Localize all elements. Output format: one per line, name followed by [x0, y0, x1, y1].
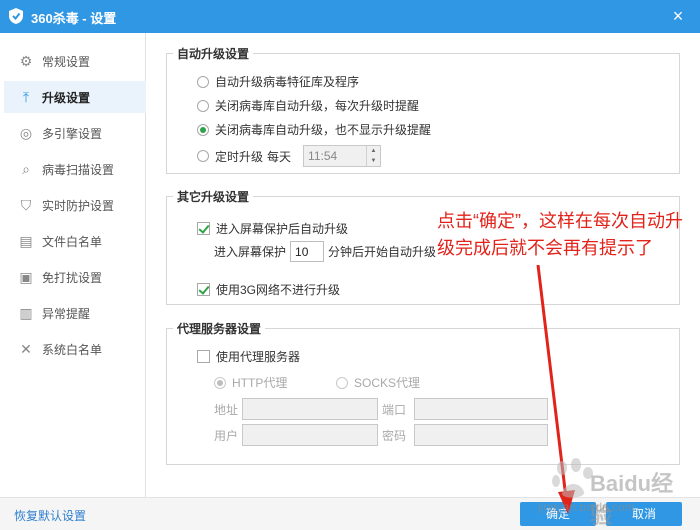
option-label: 进入屏幕保护后自动升级: [216, 222, 349, 236]
sidebar-item[interactable]: ⌕ 病毒扫描设置: [4, 153, 146, 185]
radio-button[interactable]: [336, 376, 348, 389]
checkbox[interactable]: [197, 283, 210, 296]
schedule-frequency: 每天: [267, 149, 292, 164]
sidebar-item-label: 文件白名单: [42, 234, 103, 249]
search-icon: ⌕: [22, 161, 30, 177]
sidebar-item-label: 免打扰设置: [42, 270, 103, 285]
sidebar-item-label: 病毒扫描设置: [42, 162, 115, 177]
spin-down-icon[interactable]: ▼: [367, 156, 380, 166]
delay-minutes-value: 10: [295, 245, 309, 259]
sidebar-item-label: 实时防护设置: [42, 198, 115, 213]
spin-up-icon[interactable]: ▲: [367, 146, 380, 156]
option-label: 使用代理服务器: [216, 350, 301, 364]
address-input[interactable]: [242, 398, 378, 420]
option-label: HTTP代理: [232, 376, 288, 390]
radio-button[interactable]: [214, 376, 226, 389]
auto-upgrade-group: 自动升级设置 自动升级病毒特征库及程序 关闭病毒库自动升级，每次升级时提醒 关闭…: [166, 45, 680, 174]
shield-icon: ⛉: [20, 197, 32, 213]
port-input[interactable]: [414, 398, 548, 420]
checkbox[interactable]: [197, 222, 210, 235]
window-title: 360杀毒 - 设置: [31, 11, 117, 26]
sidebar-item[interactable]: ⛉ 实时防护设置: [4, 189, 146, 221]
tutorial-annotation: 点击“确定”，这样在每次自动升级完成后就不会再有提示了: [437, 211, 683, 258]
radio-button[interactable]: [197, 99, 209, 112]
user-input[interactable]: [242, 424, 378, 446]
auto-upgrade-option[interactable]: 自动升级病毒特征库及程序: [197, 73, 359, 90]
radio-button[interactable]: [197, 123, 209, 136]
cancel-button[interactable]: 取消: [606, 502, 682, 526]
document-icon: ▤: [19, 233, 33, 249]
tools-icon: ✕: [20, 341, 32, 357]
other-upgrade-title: 其它升级设置: [173, 188, 254, 205]
sidebar-item-label: 多引擎设置: [42, 126, 103, 141]
option-label: 关闭病毒库自动升级，每次升级时提醒: [215, 99, 420, 113]
no-3g-option[interactable]: 使用3G网络不进行升级: [197, 281, 340, 298]
proxy-title: 代理服务器设置: [173, 320, 266, 337]
use-proxy-option[interactable]: 使用代理服务器: [197, 348, 300, 365]
sidebar-item-label: 系统白名单: [42, 342, 103, 357]
sidebar-item-label: 常规设置: [42, 54, 91, 69]
sidebar-item[interactable]: ▤ 文件白名单: [4, 225, 146, 257]
sidebar-item[interactable]: ⤒ 升级设置: [4, 81, 146, 113]
sidebar-item[interactable]: ▥ 异常提醒: [4, 297, 146, 329]
sidebar-item[interactable]: ✕ 系统白名单: [4, 333, 146, 365]
time-spinner[interactable]: ▲ ▼: [366, 146, 380, 166]
address-label: 地址: [214, 402, 239, 417]
http-proxy-option[interactable]: HTTP代理: [214, 374, 287, 391]
checkbox[interactable]: [197, 350, 210, 363]
credentials-row: 用户 密码: [214, 424, 548, 446]
option-label: SOCKS代理: [354, 376, 421, 390]
password-input[interactable]: [414, 424, 548, 446]
bar-chart-icon: ▥: [19, 305, 33, 321]
socks-proxy-option[interactable]: SOCKS代理: [336, 374, 420, 391]
schedule-time-value: 11:54: [308, 149, 338, 163]
screensaver-delay-row: 进入屏幕保护 10 分钟后开始自动升级: [214, 241, 436, 262]
option-label: 使用3G网络不进行升级: [216, 283, 341, 297]
gear-icon: ⚙: [19, 53, 33, 69]
sidebar-item-label: 异常提醒: [42, 306, 91, 321]
settings-panel: 自动升级设置 自动升级病毒特征库及程序 关闭病毒库自动升级，每次升级时提醒 关闭…: [147, 33, 700, 497]
engine-icon: ◎: [19, 125, 33, 141]
delay-minutes-input[interactable]: 10: [290, 241, 325, 262]
screensaver-upgrade-option[interactable]: 进入屏幕保护后自动升级: [197, 220, 348, 237]
auto-upgrade-title: 自动升级设置: [173, 45, 254, 62]
option-label: 自动升级病毒特征库及程序: [215, 75, 360, 89]
option-label: 定时升级: [215, 149, 264, 164]
upgrade-silent-option[interactable]: 关闭病毒库自动升级，也不显示升级提醒: [197, 121, 431, 138]
sidebar-item-label: 升级设置: [42, 90, 91, 105]
sidebar: ⚙ 常规设置 ⤒ 升级设置 ◎ 多引擎设置 ⌕ 病毒扫描设置 ⛉ 实时防护设置 ▤ 文件白名单 ▣ 免打扰…: [0, 33, 146, 497]
360-logo-icon: [9, 8, 23, 24]
upload-icon: ⤒: [22, 89, 30, 105]
close-icon: ×: [672, 6, 684, 26]
sidebar-item[interactable]: ◎ 多引擎设置: [4, 117, 146, 149]
proxy-group: 代理服务器设置 使用代理服务器 HTTP代理 SOCKS代理 地址 端口 用户 …: [166, 320, 680, 465]
upgrade-remind-option[interactable]: 关闭病毒库自动升级，每次升级时提醒: [197, 97, 419, 114]
option-label: 关闭病毒库自动升级，也不显示升级提醒: [215, 123, 432, 137]
user-label: 用户: [214, 428, 239, 443]
address-row: 地址 端口: [214, 398, 548, 420]
schedule-time-input[interactable]: 11:54 ▲ ▼: [303, 145, 382, 167]
do-not-disturb-icon: ▣: [19, 269, 33, 285]
password-label: 密码: [382, 428, 407, 443]
ok-button[interactable]: 确定: [520, 502, 596, 526]
restore-defaults-link[interactable]: 恢复默认设置: [14, 507, 86, 524]
sidebar-item[interactable]: ⚙ 常规设置: [4, 45, 146, 77]
close-button[interactable]: ×: [668, 6, 688, 26]
bottom-bar: 恢复默认设置 确定 取消: [0, 497, 700, 530]
delay-suffix: 分钟后开始自动升级: [328, 245, 437, 259]
delay-prefix: 进入屏幕保护: [214, 245, 287, 259]
sidebar-item[interactable]: ▣ 免打扰设置: [4, 261, 146, 293]
radio-button[interactable]: [197, 150, 209, 162]
scheduled-upgrade-option[interactable]: 定时升级 每天 11:54 ▲ ▼: [197, 145, 382, 167]
port-label: 端口: [382, 402, 407, 417]
radio-button[interactable]: [197, 75, 209, 88]
title-bar: 360杀毒 - 设置 ×: [0, 0, 700, 33]
